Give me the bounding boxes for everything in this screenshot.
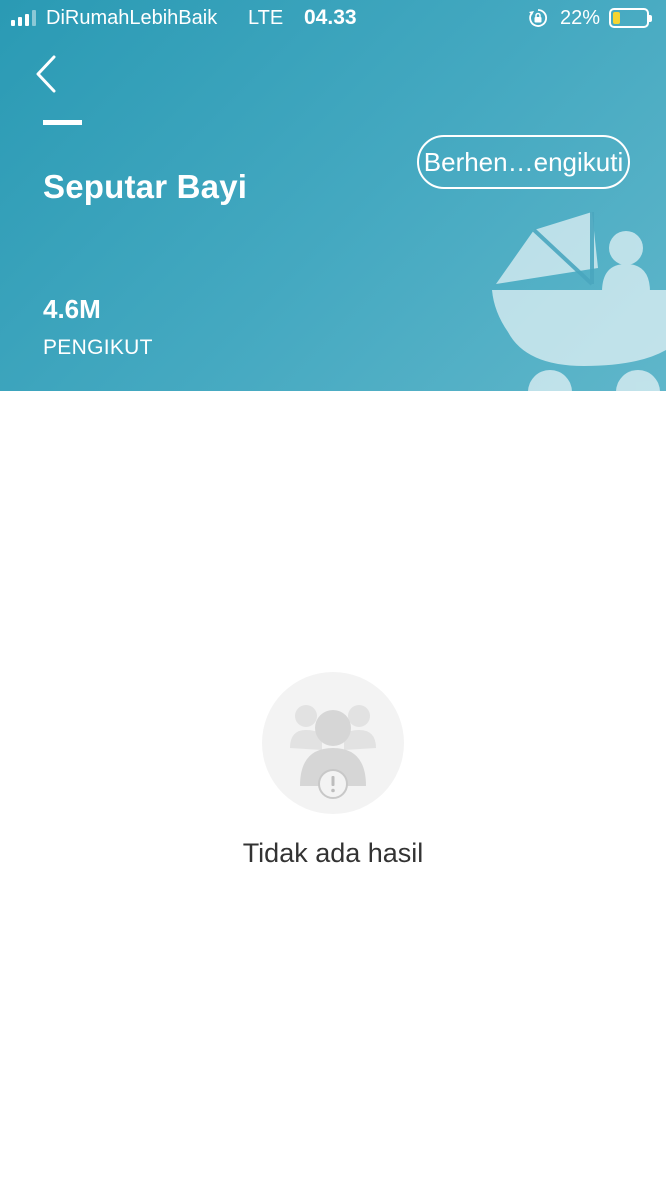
follower-count: 4.6M bbox=[43, 294, 101, 324]
battery-level-fill bbox=[613, 12, 621, 24]
empty-state-message: Tidak ada hasil bbox=[242, 838, 424, 868]
status-bar: DiRumahLebihBaik LTE 04.33 22% bbox=[0, 0, 666, 38]
carrier-name: DiRumahLebihBaik bbox=[46, 7, 218, 29]
status-time: 04.33 bbox=[304, 6, 357, 29]
battery-icon bbox=[609, 8, 652, 28]
unfollow-button[interactable]: Berhen…engikuti bbox=[417, 135, 630, 189]
baby-stroller-icon bbox=[492, 212, 666, 391]
rotation-lock-icon bbox=[529, 9, 547, 27]
follower-label: PENGIKUT bbox=[43, 336, 153, 359]
header-banner: DiRumahLebihBaik LTE 04.33 22% Seputar B… bbox=[0, 0, 666, 391]
battery-percent: 22% bbox=[560, 7, 601, 29]
page-title: Seputar Bayi bbox=[43, 168, 248, 205]
no-followers-icon bbox=[262, 672, 404, 814]
signal-strength-icon bbox=[11, 10, 36, 26]
network-type: LTE bbox=[248, 7, 284, 29]
title-accent-bar bbox=[43, 120, 82, 125]
back-button[interactable] bbox=[30, 52, 64, 96]
